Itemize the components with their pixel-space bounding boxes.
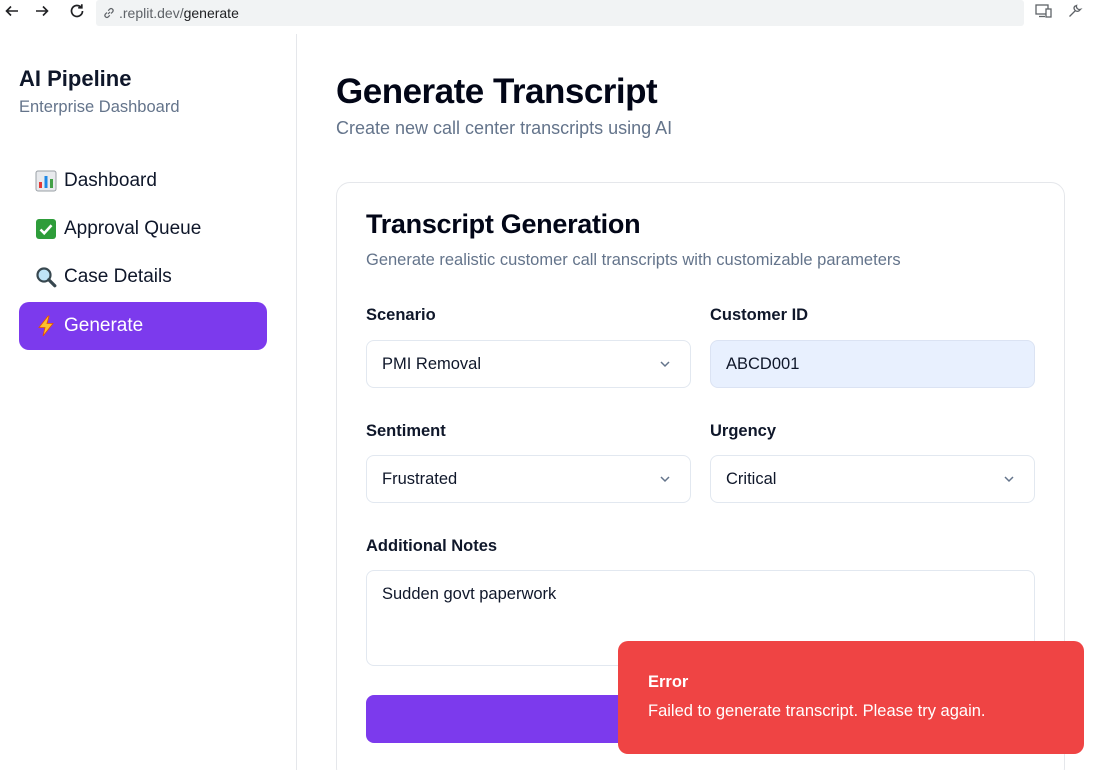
bar-chart-icon: [34, 169, 58, 193]
scenario-select[interactable]: PMI Removal: [366, 340, 691, 388]
devices-button[interactable]: [1033, 2, 1055, 24]
sidebar-item-label: Generate: [64, 315, 144, 336]
devtools-button[interactable]: [1064, 2, 1086, 24]
sidebar: AI Pipeline Enterprise Dashboard Dashboa…: [0, 34, 297, 770]
scenario-value: PMI Removal: [382, 354, 482, 373]
sidebar-item-label: Case Details: [64, 266, 172, 287]
url-domain: .replit.dev/: [119, 5, 184, 21]
sentiment-value: Frustrated: [382, 469, 458, 488]
chevron-down-icon: [658, 357, 672, 376]
sidebar-item-dashboard[interactable]: Dashboard: [19, 157, 267, 205]
sidebar-item-label: Approval Queue: [64, 218, 202, 239]
brand-subtitle: Enterprise Dashboard: [19, 98, 180, 116]
additional-notes-label: Additional Notes: [366, 537, 498, 555]
chevron-down-icon: [1002, 472, 1016, 491]
url-path: generate: [183, 5, 239, 21]
arrow-left-icon: [4, 3, 20, 24]
sentiment-select[interactable]: Frustrated: [366, 455, 691, 503]
toast-title: Error: [648, 673, 689, 691]
arrow-right-icon: [34, 3, 50, 24]
wrench-icon: [1067, 3, 1083, 24]
urgency-label: Urgency: [710, 422, 777, 440]
browser-toolbar: .replit.dev/generate: [0, 0, 1095, 26]
forward-button[interactable]: [31, 2, 53, 24]
customer-id-label: Customer ID: [710, 306, 809, 324]
magnifier-icon: [34, 265, 58, 289]
page-title: Generate Transcript: [336, 72, 658, 111]
urgency-select[interactable]: Critical: [710, 455, 1035, 503]
scenario-label: Scenario: [366, 306, 436, 324]
sentiment-label: Sentiment: [366, 422, 446, 440]
customer-id-value: ABCD001: [726, 354, 800, 373]
chevron-down-icon: [658, 472, 672, 491]
urgency-value: Critical: [726, 469, 777, 488]
page-subtitle: Create new call center transcripts using…: [336, 118, 673, 138]
brand-title: AI Pipeline: [19, 66, 132, 91]
customer-id-input[interactable]: ABCD001: [710, 340, 1035, 388]
address-bar[interactable]: .replit.dev/generate: [96, 0, 1024, 26]
card-title: Transcript Generation: [366, 209, 641, 239]
sidebar-item-approval-queue[interactable]: Approval Queue: [19, 205, 267, 253]
reload-icon: [68, 2, 86, 25]
back-button[interactable]: [1, 2, 23, 24]
sidebar-item-label: Dashboard: [64, 170, 157, 191]
link-icon: [102, 6, 116, 20]
reload-button[interactable]: [66, 2, 88, 24]
sidebar-item-generate[interactable]: Generate: [19, 302, 267, 350]
check-mark-icon: [34, 217, 58, 241]
lightning-icon: [34, 314, 58, 338]
sidebar-item-case-details[interactable]: Case Details: [19, 253, 267, 301]
devices-icon: [1035, 3, 1053, 24]
error-toast: Error Failed to generate transcript. Ple…: [618, 641, 1084, 754]
toast-message: Failed to generate transcript. Please tr…: [648, 702, 986, 720]
card-subtitle: Generate realistic customer call transcr…: [366, 251, 901, 269]
